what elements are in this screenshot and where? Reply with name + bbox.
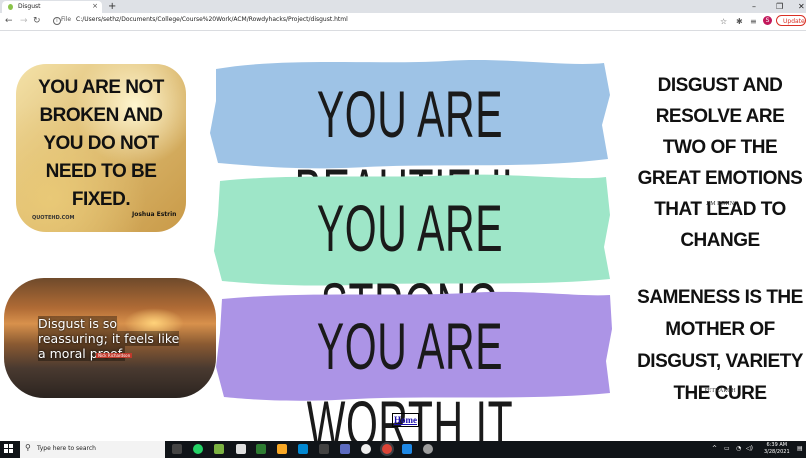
browser-toolbar: ← → ↻ i File C:/Users/sethz/Documents/Co…	[0, 13, 806, 31]
page-favicon-icon	[8, 4, 13, 10]
vscode-icon[interactable]	[402, 444, 412, 454]
file-explorer-icon[interactable]	[277, 444, 287, 454]
close-window-button[interactable]: ✕	[798, 0, 805, 13]
new-tab-button[interactable]: +	[108, 0, 116, 13]
app-icon[interactable]	[319, 444, 329, 454]
clock-time: 6:39 AM	[766, 442, 788, 448]
quote-disgust-and-resolve: DISGUST AND RESOLVE ARE TWO OF THE GREAT…	[637, 75, 803, 251]
bookmark-star-icon[interactable]: ☆	[720, 16, 727, 27]
banner-stroke-green: YOU ARE STRONG	[206, 171, 614, 343]
reading-list-icon[interactable]: ≡	[750, 16, 757, 27]
quote-image-not-broken: YOU ARE NOT BROKEN AND YOU DO NOT NEED T…	[16, 64, 186, 232]
chrome-icon[interactable]	[382, 444, 392, 454]
extensions-icon[interactable]: ✱	[736, 16, 743, 27]
store-icon[interactable]	[298, 444, 308, 454]
quote-author: Nick Richardson	[96, 353, 133, 358]
banner-stroke-purple: YOU ARE WORTH IT	[206, 287, 614, 461]
forward-arrow-icon[interactable]: →	[20, 15, 28, 28]
windows-start-icon[interactable]	[4, 444, 14, 454]
volume-icon[interactable]: ◁)	[746, 445, 753, 452]
quote-author-jim-rohn: JIM ROHN	[705, 201, 735, 207]
quote-text: YOU ARE NOT BROKEN AND YOU DO NOT NEED T…	[38, 77, 164, 210]
app-icon[interactable]	[361, 444, 371, 454]
tab-title: Disgust	[18, 3, 41, 10]
quote-image-disgust-reassuring: Disgust is so reassuring; it feels like …	[4, 278, 216, 398]
task-view-icon[interactable]	[172, 444, 182, 454]
tab-strip: Disgust × + – ❐ ✕	[0, 0, 806, 13]
app-icon[interactable]	[214, 444, 224, 454]
address-scheme: File	[61, 16, 72, 23]
tray-chevron-icon[interactable]: ^	[712, 445, 717, 452]
taskbar-search[interactable]: ⚲ Type here to search	[20, 441, 165, 458]
restore-button[interactable]: ❐	[776, 0, 783, 13]
tab-disgust[interactable]: Disgust ×	[2, 1, 102, 13]
profile-avatar[interactable]: S	[763, 16, 772, 25]
app-icon[interactable]	[423, 444, 433, 454]
address-bar[interactable]: i File C:/Users/sethz/Documents/College/…	[49, 15, 709, 28]
reload-icon[interactable]: ↻	[33, 15, 41, 28]
quote-author: Joshua Estrin	[132, 211, 177, 218]
site-info-icon[interactable]: i	[53, 17, 61, 25]
banner-line-3: YOU ARE WORTH IT	[306, 309, 514, 461]
banner-stroke-blue: YOU ARE BEAUTIFUL	[206, 55, 614, 229]
terminal-icon[interactable]	[256, 444, 266, 454]
battery-icon[interactable]: ▭	[724, 445, 730, 452]
quote-author-petrarch: PETRARCH	[704, 388, 736, 394]
app-icon[interactable]	[340, 444, 350, 454]
minimize-button[interactable]: –	[752, 0, 756, 13]
search-placeholder: Type here to search	[37, 445, 96, 452]
search-icon: ⚲	[25, 443, 31, 452]
network-icon[interactable]: ◔	[736, 445, 741, 452]
whatsapp-icon[interactable]	[193, 444, 203, 454]
affirmations-banner: YOU ARE BEAUTIFUL YOU ARE STRONG YOU ARE…	[206, 55, 614, 461]
back-arrow-icon[interactable]: ←	[5, 15, 13, 28]
address-url[interactable]: C:/Users/sethz/Documents/College/Course%…	[76, 16, 348, 23]
clock-date: 3/28/2021	[764, 449, 790, 455]
notifications-icon[interactable]: ▤	[797, 445, 803, 452]
home-link[interactable]: Home	[392, 413, 419, 427]
taskbar-clock[interactable]: 6:39 AM 3/28/2021	[764, 442, 790, 456]
taskbar: ⚲ Type here to search ^ ▭ ◔ ◁) 6:39 AM 3…	[0, 441, 806, 458]
tab-close-icon[interactable]: ×	[92, 2, 98, 10]
app-icon[interactable]	[236, 444, 246, 454]
update-button[interactable]: Update	[776, 15, 806, 26]
quote-brand: QUOTEHD.COM	[32, 215, 75, 221]
